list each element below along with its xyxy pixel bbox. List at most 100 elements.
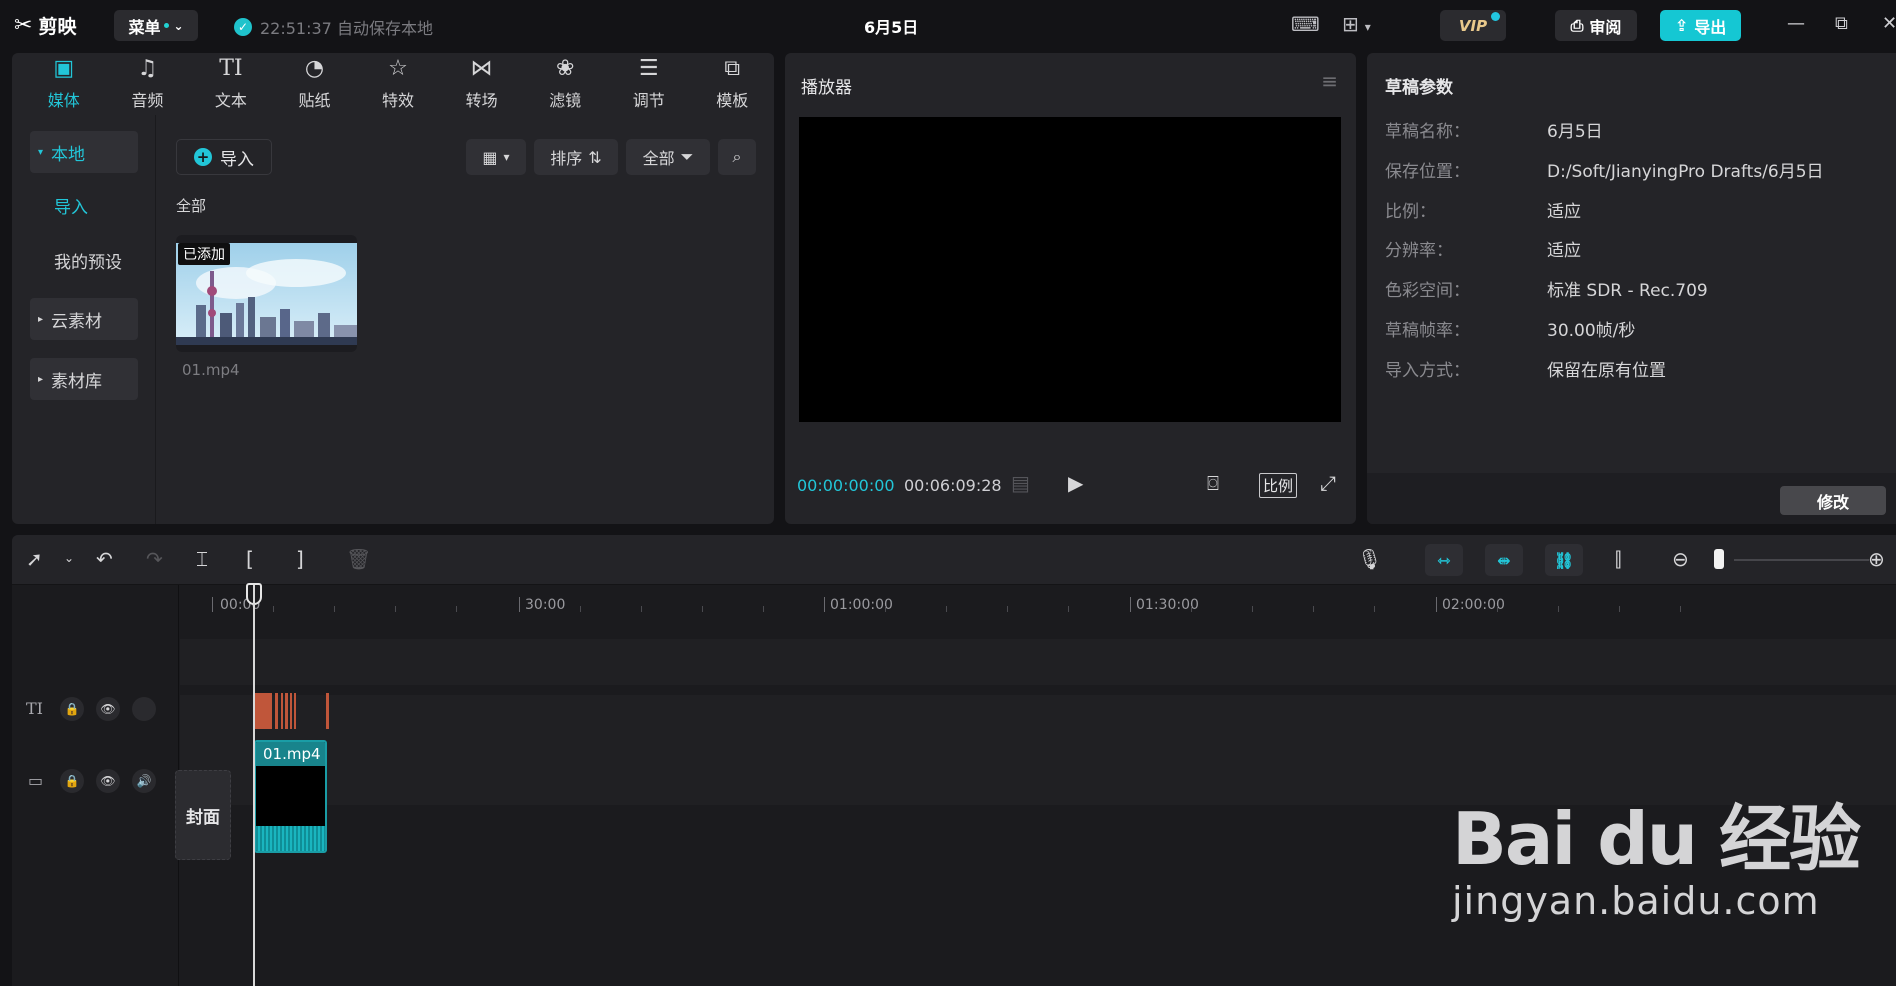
- speaker-icon[interactable]: 🔊: [132, 769, 156, 793]
- project-title: 6月5日: [864, 18, 919, 37]
- waveform-toggle-icon[interactable]: ▤: [1011, 471, 1030, 495]
- ratio-button[interactable]: 比例: [1259, 473, 1298, 498]
- draft-name-value: 6月5日: [1547, 122, 1603, 142]
- tab-adjust[interactable]: ☰ 调节: [607, 53, 691, 115]
- delete-icon[interactable]: 🗑: [346, 547, 371, 571]
- video-preview[interactable]: [799, 117, 1341, 422]
- ratio-label: 比例：: [1385, 202, 1436, 222]
- zoom-slider-track[interactable]: [1734, 559, 1869, 561]
- tab-transitions[interactable]: ⋈ 转场: [440, 53, 524, 115]
- lock-icon[interactable]: 🔒: [60, 769, 84, 793]
- review-button[interactable]: ⎙ 审阅: [1555, 10, 1637, 41]
- tab-media[interactable]: ▣ 媒体: [22, 53, 106, 115]
- tab-templates[interactable]: ⧉ 模板: [691, 53, 775, 115]
- feature-toolbar: ▣ 媒体 ♫ 音频 TI 文本 ◔ 贴纸 ☆ 特效 ⋈ 转场 ❀ 滤镜 ☰ 调节: [12, 53, 774, 115]
- plus-icon: +: [194, 148, 212, 166]
- keyboard-shortcuts-icon[interactable]: ⌨: [1291, 12, 1320, 36]
- sidebar-item-import[interactable]: 导入: [30, 184, 138, 226]
- sidebar-item-presets[interactable]: 我的预设: [30, 239, 138, 281]
- filter-button[interactable]: 全部 ⏷: [626, 139, 710, 175]
- layout-icon[interactable]: ⊞ ▾: [1342, 12, 1371, 36]
- resolution-value: 适应: [1547, 241, 1581, 261]
- text-track-icon: TI: [26, 699, 43, 718]
- zoom-slider-handle[interactable]: [1714, 549, 1724, 569]
- sidebar-item-cloud[interactable]: ▸ 云素材: [30, 298, 138, 340]
- search-button[interactable]: ⌕: [718, 139, 756, 175]
- view-mode-button[interactable]: ▦ ▾: [466, 139, 526, 175]
- tab-label: 媒体: [47, 91, 80, 110]
- track-headers: TI 🔒 👁 ▭ 🔒 👁 🔊: [12, 585, 179, 986]
- screenshot-icon[interactable]: ⌼: [1207, 471, 1219, 495]
- tab-label: 调节: [632, 91, 665, 110]
- tab-audio[interactable]: ♫ 音频: [106, 53, 190, 115]
- caret-down-icon: ▾: [38, 146, 44, 158]
- zoom-in-icon[interactable]: ⊕: [1868, 547, 1885, 571]
- sidebar-item-library[interactable]: ▸ 素材库: [30, 358, 138, 400]
- zoom-out-icon[interactable]: ⊖: [1672, 547, 1689, 571]
- select-cursor-icon[interactable]: ➚: [26, 547, 43, 571]
- vip-button[interactable]: VIP: [1440, 10, 1506, 41]
- cover-button[interactable]: 封面: [175, 770, 231, 860]
- redo-icon[interactable]: ↷: [146, 547, 163, 571]
- media-clip-card[interactable]: 已添加: [176, 235, 357, 352]
- minimize-icon[interactable]: —: [1787, 13, 1805, 34]
- tab-label: 模板: [716, 91, 749, 110]
- microphone-icon[interactable]: 🎙: [1357, 547, 1382, 571]
- resolution-label: 分辨率：: [1385, 241, 1453, 261]
- text-clip-strip[interactable]: [254, 693, 332, 729]
- tab-effects[interactable]: ☆ 特效: [356, 53, 440, 115]
- draft-params-panel: 草稿参数 草稿名称： 6月5日 保存位置： D:/Soft/JianyingPr…: [1367, 53, 1896, 524]
- split-icon[interactable]: ⌶: [196, 547, 208, 571]
- undo-icon[interactable]: ↶: [96, 547, 113, 571]
- text-track-row[interactable]: [180, 639, 1896, 685]
- tab-stickers[interactable]: ◔ 贴纸: [273, 53, 357, 115]
- review-label: 审阅: [1589, 17, 1622, 37]
- auto-snap-icon[interactable]: ⇼: [1485, 544, 1523, 576]
- playhead[interactable]: [253, 585, 255, 986]
- text-icon: TI: [219, 56, 243, 81]
- current-timecode: 00:00:00:00: [797, 476, 895, 495]
- tab-label: 贴纸: [298, 91, 331, 110]
- eye-icon[interactable]: 👁: [96, 769, 120, 793]
- import-button[interactable]: + 导入: [176, 139, 272, 175]
- sort-button[interactable]: 排序 ⇅: [534, 139, 618, 175]
- close-icon[interactable]: ✕: [1882, 13, 1896, 34]
- color-space-value: 标准 SDR - Rec.709: [1547, 281, 1708, 301]
- tab-label: 文本: [214, 91, 247, 110]
- total-timecode: 00:06:09:28: [904, 476, 1002, 495]
- preview-axis-icon[interactable]: ⫿: [1615, 547, 1621, 571]
- check-icon: ✓: [234, 18, 252, 36]
- trim-right-icon[interactable]: ]: [296, 547, 304, 571]
- sidebar-item-label: 云素材: [51, 311, 103, 332]
- sidebar-item-local[interactable]: ▾ 本地: [30, 131, 138, 173]
- eye-icon[interactable]: 👁: [96, 697, 120, 721]
- ruler-major-tick: [1436, 597, 1437, 612]
- media-sidebar: ▾ 本地 导入 我的预设 ▸ 云素材 ▸ 素材库: [12, 115, 156, 524]
- video-clip[interactable]: 01.mp4: [254, 740, 327, 853]
- restore-icon[interactable]: ⧉: [1835, 13, 1848, 34]
- export-button[interactable]: ⇪ 导出: [1660, 10, 1741, 41]
- timeline-ruler[interactable]: 00:00 30:00 01:00:00 01:30:00 02:00:00: [180, 585, 1896, 621]
- fullscreen-icon[interactable]: ⤢: [1320, 471, 1336, 495]
- sort-label: 排序: [550, 149, 583, 168]
- menu-button[interactable]: 菜单 ⌄: [114, 10, 198, 41]
- trim-left-icon[interactable]: [: [246, 547, 254, 571]
- chevron-down-icon[interactable]: ⌄: [64, 551, 74, 565]
- menu-notification-dot: [164, 23, 170, 28]
- tab-filters[interactable]: ❀ 滤镜: [523, 53, 607, 115]
- tab-label: 音频: [131, 91, 164, 110]
- modify-button[interactable]: 修改: [1780, 486, 1886, 515]
- tab-text[interactable]: TI 文本: [189, 53, 273, 115]
- linkage-icon[interactable]: ⛓: [1545, 544, 1583, 576]
- ruler-label: 02:00:00: [1442, 597, 1505, 613]
- watermark-url: jingyan.baidu.com: [1452, 879, 1820, 923]
- lock-icon[interactable]: 🔒: [60, 697, 84, 721]
- hamburger-menu-icon[interactable]: ≡: [1321, 69, 1338, 93]
- caret-right-icon: ▸: [38, 373, 44, 385]
- save-location-value: D:/Soft/JianyingPro Drafts/6月5日: [1547, 162, 1824, 182]
- export-icon: ⇪: [1674, 16, 1689, 35]
- grid-icon: ▦: [482, 147, 498, 167]
- play-icon[interactable]: ▶: [1068, 471, 1083, 495]
- main-track-magnet-icon[interactable]: ⇿: [1425, 544, 1463, 576]
- track-extra-icon[interactable]: [132, 697, 156, 721]
